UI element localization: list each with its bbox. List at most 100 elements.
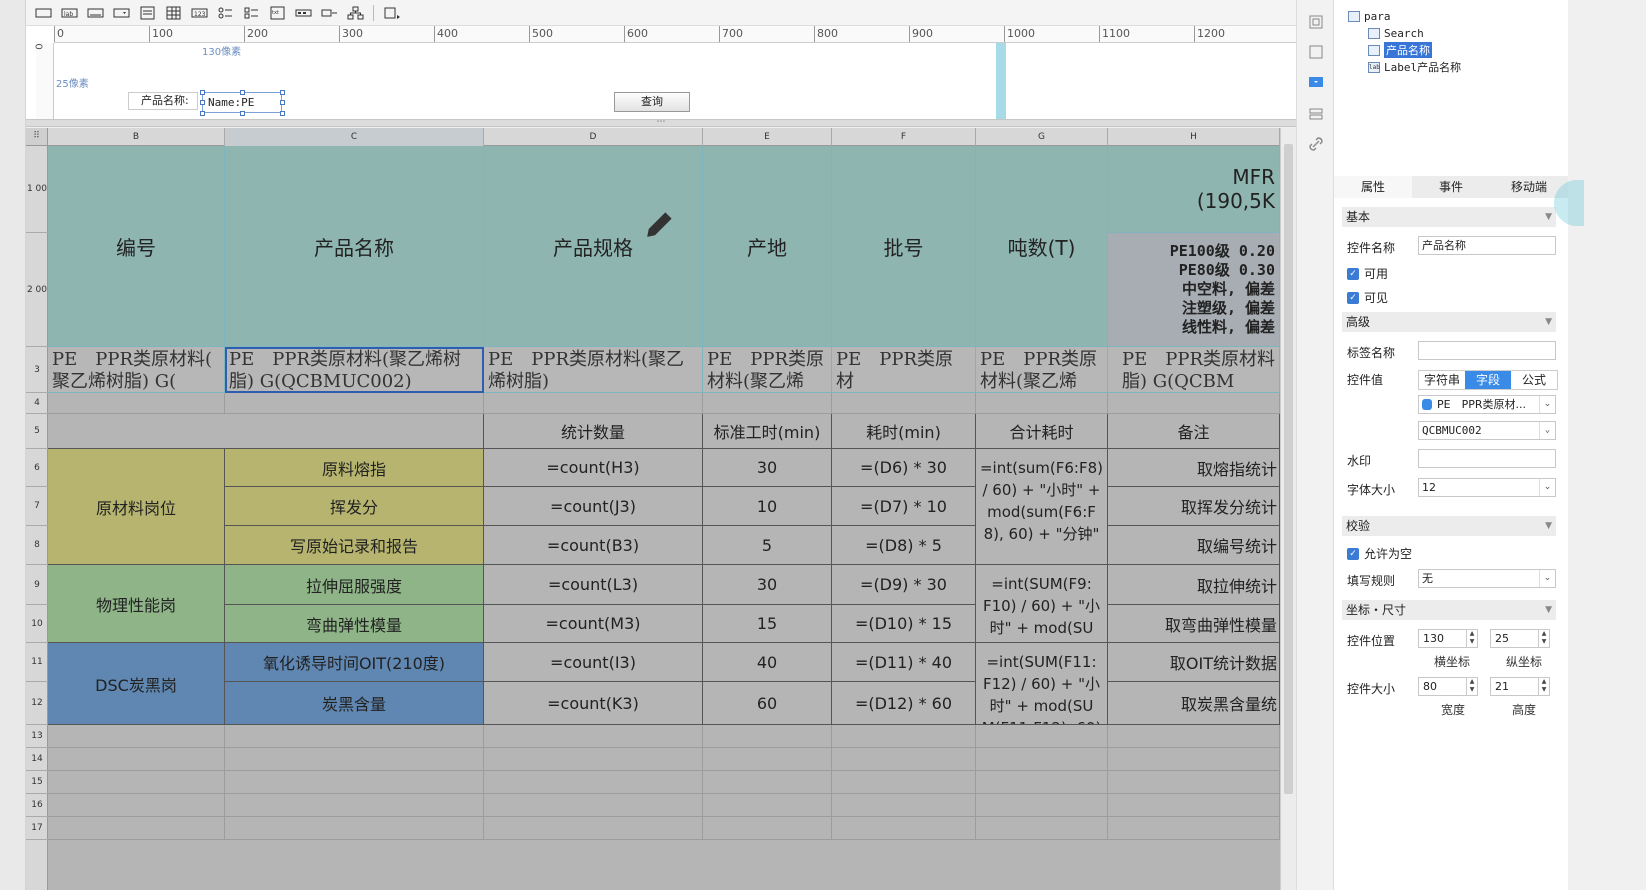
resize-handle[interactable] <box>200 90 205 95</box>
tab-properties[interactable]: 属性 <box>1334 176 1412 198</box>
empty-cell[interactable] <box>48 414 484 449</box>
row-header[interactable]: 4 <box>26 393 48 414</box>
empty-cell[interactable] <box>484 748 703 771</box>
empty-cell[interactable] <box>48 748 225 771</box>
resize-handle[interactable] <box>200 111 205 116</box>
resize-handle[interactable] <box>280 100 285 105</box>
tree-node-root[interactable]: para <box>1348 8 1391 24</box>
total-formula-cell[interactable]: =int(SUM(F9: F10) / 60) + "小 时" + mod(SU… <box>976 565 1108 643</box>
note-cell[interactable]: 取OIT统计数据 <box>1108 643 1280 682</box>
column-header[interactable]: G <box>976 128 1108 146</box>
item-cell[interactable]: 弯曲弹性模量 <box>225 605 484 643</box>
data-cell[interactable]: PE PPR类原材料(聚乙 烯树脂) G(QCBMUC003) <box>484 347 703 393</box>
spinner-arrows-icon[interactable]: ▲ ▼ <box>1466 678 1477 695</box>
button-icon[interactable] <box>84 3 106 23</box>
time-cell[interactable]: =(D10) * 15 <box>832 605 976 643</box>
column-header[interactable]: H <box>1108 128 1280 146</box>
empty-cell[interactable] <box>48 794 225 817</box>
tag-name-input[interactable] <box>1418 341 1556 360</box>
total-formula-cell[interactable]: =int(SUM(F11: F12) / 60) + "小 时" + mod(S… <box>976 643 1108 725</box>
note-cell[interactable]: 取拉伸统计 <box>1108 565 1280 605</box>
empty-cell[interactable] <box>48 393 225 414</box>
date-icon[interactable] <box>318 3 340 23</box>
resize-handle[interactable] <box>240 111 245 116</box>
tree-icon[interactable] <box>292 3 314 23</box>
spinner-arrows-icon[interactable]: ▲ ▼ <box>1538 630 1549 647</box>
resize-handle[interactable] <box>240 90 245 95</box>
row-header[interactable]: 15 <box>26 771 48 794</box>
time-cell[interactable]: =(D8) * 5 <box>832 526 976 565</box>
control-name-input[interactable]: 产品名称 <box>1418 236 1556 255</box>
empty-cell[interactable] <box>703 393 832 414</box>
note-cell[interactable]: 取炭黑含量统 <box>1108 682 1280 725</box>
empty-cell[interactable] <box>976 771 1108 794</box>
empty-cell[interactable] <box>484 794 703 817</box>
empty-cell[interactable] <box>703 725 832 748</box>
watermark-input[interactable] <box>1418 449 1556 468</box>
column-header[interactable]: C <box>225 128 484 146</box>
empty-cell[interactable] <box>1108 393 1280 414</box>
item-cell[interactable]: 原料熔指 <box>225 449 484 487</box>
group-cell[interactable]: 原材料岗位 <box>48 449 225 565</box>
label-icon[interactable]: lab <box>58 3 80 23</box>
row-header[interactable]: 1 00 <box>26 146 48 233</box>
row-header[interactable]: 10 <box>26 605 48 643</box>
note-cell[interactable]: 取熔指统计 <box>1108 449 1280 487</box>
header-cell[interactable]: 产地 <box>703 146 832 347</box>
section-advanced[interactable]: 高级 ▼ <box>1342 312 1556 332</box>
summary-header-cell[interactable]: 统计数量 <box>484 414 703 449</box>
time-cell[interactable]: =(D9) * 30 <box>832 565 976 605</box>
text-area-icon[interactable]: txt <box>266 3 288 23</box>
column-header[interactable]: F <box>832 128 976 146</box>
count-cell[interactable]: =count(J3) <box>484 487 703 526</box>
empty-cell[interactable] <box>225 794 484 817</box>
empty-cell[interactable] <box>703 771 832 794</box>
tree-node-search[interactable]: Search <box>1368 25 1424 41</box>
empty-cell[interactable] <box>1108 748 1280 771</box>
empty-cell[interactable] <box>484 393 703 414</box>
empty-cell[interactable] <box>48 771 225 794</box>
radio-icon[interactable] <box>214 3 236 23</box>
mode-string-button[interactable]: 字符串 <box>1419 371 1465 389</box>
empty-cell[interactable] <box>703 748 832 771</box>
empty-cell[interactable] <box>976 794 1108 817</box>
empty-cell[interactable] <box>225 725 484 748</box>
pos-y-spinner[interactable]: 25 ▲ ▼ <box>1490 629 1550 648</box>
mode-field-button[interactable]: 字段 <box>1465 371 1511 389</box>
empty-cell[interactable] <box>1108 794 1280 817</box>
item-cell[interactable]: 写原始记录和报告 <box>225 526 484 565</box>
empty-cell[interactable] <box>225 817 484 840</box>
row-header[interactable]: 5 <box>26 414 48 449</box>
tree-node-product-name[interactable]: 产品名称 <box>1368 42 1432 58</box>
widget-properties-icon[interactable] <box>1306 72 1326 92</box>
resize-handle[interactable] <box>200 100 205 105</box>
row-header[interactable]: 6 <box>26 449 48 487</box>
tree-node-label-product-name[interactable]: lab Label产品名称 <box>1368 59 1461 75</box>
width-spinner[interactable]: 80 ▲ ▼ <box>1418 677 1478 696</box>
data-cell[interactable]: PE PPR类原材料 脂) G(QCBM <box>1108 347 1280 393</box>
section-validation[interactable]: 校验 ▼ <box>1342 516 1556 536</box>
empty-cell[interactable] <box>48 817 225 840</box>
list-settings-icon[interactable] <box>1306 104 1326 124</box>
empty-cell[interactable] <box>976 748 1108 771</box>
value-code-select[interactable]: QCBMUC002 ⌄ <box>1418 421 1556 440</box>
visible-checkbox[interactable]: ✓ 可见 <box>1347 289 1388 306</box>
empty-cell[interactable] <box>976 393 1108 414</box>
item-cell[interactable]: 拉伸屈服强度 <box>225 565 484 605</box>
item-cell[interactable]: 氧化诱导时间OIT(210度) <box>225 643 484 682</box>
time-cell[interactable]: =(D6) * 30 <box>832 449 976 487</box>
empty-cell[interactable] <box>832 393 976 414</box>
group-cell[interactable]: 物理性能岗 <box>48 565 225 643</box>
pos-x-spinner[interactable]: 130 ▲ ▼ <box>1418 629 1478 648</box>
count-cell[interactable]: =count(I3) <box>484 643 703 682</box>
count-cell[interactable]: =count(B3) <box>484 526 703 565</box>
summary-header-cell[interactable]: 备注 <box>1108 414 1280 449</box>
note-cell[interactable]: 取弯曲弹性模量 <box>1108 605 1280 643</box>
row-header[interactable]: 12 <box>26 682 48 725</box>
column-header[interactable]: E <box>703 128 832 146</box>
spinner-arrows-icon[interactable]: ▲ ▼ <box>1538 678 1549 695</box>
std-time-cell[interactable]: 15 <box>703 605 832 643</box>
empty-cell[interactable] <box>225 748 484 771</box>
column-header[interactable]: D <box>484 128 703 146</box>
parameter-canvas[interactable]: 130像素 25像素 产品名称: Name:PE 查询 <box>54 43 1296 124</box>
